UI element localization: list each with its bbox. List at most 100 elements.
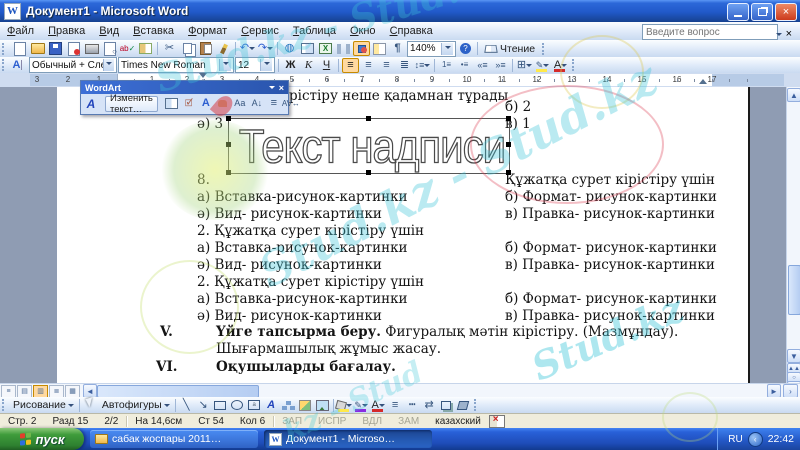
selection-handle[interactable] [506, 170, 511, 175]
selection-handle[interactable] [226, 142, 231, 147]
increase-indent-icon[interactable]: »≡ [492, 58, 509, 73]
edit-wordart-text-button[interactable]: Изменить текст… [105, 96, 158, 112]
columns-icon[interactable] [335, 41, 352, 56]
selection-handle[interactable] [226, 170, 231, 175]
selection-handle[interactable] [366, 116, 371, 121]
wordart-gallery-icon[interactable] [164, 96, 180, 111]
status-overtype[interactable]: ЗАМ [390, 416, 427, 427]
rectangle-icon[interactable] [212, 398, 229, 413]
styles-pane-icon[interactable]: A [11, 58, 28, 73]
scroll-right-edge-icon[interactable]: › [783, 384, 798, 398]
line-spacing-icon[interactable]: ↕≡ [414, 58, 431, 73]
insert-diagram-icon[interactable] [280, 398, 297, 413]
font-size-select[interactable]: 12 [235, 57, 275, 73]
start-button[interactable]: пуск [0, 428, 84, 450]
shadow-style-icon[interactable] [438, 398, 455, 413]
cut-icon[interactable]: ✂ [161, 41, 178, 56]
bullet-list-icon[interactable]: •≡ [456, 58, 473, 73]
italic-button[interactable]: К [300, 58, 317, 73]
scroll-left-icon[interactable]: ◄ [83, 384, 97, 398]
underline-button[interactable]: Ч [318, 58, 335, 73]
first-line-indent-marker[interactable] [199, 73, 207, 78]
menu-tools[interactable]: Сервис [234, 23, 286, 39]
language-indicator[interactable]: RU [728, 434, 742, 445]
format-wordart-icon[interactable]: 🗹 [181, 96, 197, 111]
reading-view-icon[interactable]: ▦ [65, 385, 80, 398]
vscroll-thumb[interactable] [788, 265, 800, 315]
line-style-icon[interactable]: ≡ [387, 398, 404, 413]
character-spacing-icon[interactable]: AV↔ [283, 96, 299, 111]
justify-button[interactable]: ≣ [396, 58, 413, 73]
font-color-icon[interactable]: А [370, 398, 387, 413]
zoom-select[interactable]: 140% [407, 41, 456, 57]
show-marks-icon[interactable]: ¶ [389, 41, 406, 56]
open-icon[interactable] [29, 41, 46, 56]
line-color-icon[interactable]: ✎ [353, 398, 370, 413]
minimize-button[interactable] [727, 3, 749, 21]
print-icon[interactable] [83, 41, 100, 56]
vertical-scrollbar[interactable]: ▲ ▼ ▲▲ ○ ▼▼ [786, 87, 800, 383]
menu-file[interactable]: Файл [0, 23, 41, 39]
oval-icon[interactable] [229, 398, 246, 413]
toolbar-overflow[interactable] [572, 59, 578, 71]
ask-question-input[interactable] [642, 24, 778, 40]
scroll-down-icon[interactable]: ▼ [787, 349, 800, 363]
toolbar-options-icon[interactable] [269, 86, 275, 92]
selection-handle[interactable] [226, 116, 231, 121]
right-indent-marker[interactable] [699, 79, 707, 84]
new-document-icon[interactable] [11, 41, 28, 56]
read-mode-button[interactable]: Чтение [481, 41, 539, 56]
insert-table-icon[interactable] [299, 41, 316, 56]
toolbar-grip[interactable] [2, 59, 8, 71]
decrease-indent-icon[interactable]: «≡ [474, 58, 491, 73]
normal-view-icon[interactable]: ≡ [1, 385, 16, 398]
arrow-icon[interactable]: ↘ [195, 398, 212, 413]
highlight-icon[interactable]: ✎ [534, 58, 551, 73]
toolbar-grip[interactable] [2, 399, 8, 411]
insert-picture-icon[interactable] [314, 398, 331, 413]
insert-excel-icon[interactable]: X [317, 41, 334, 56]
status-language[interactable]: казахский [427, 416, 489, 427]
insert-clipart-icon[interactable] [297, 398, 314, 413]
close-button[interactable]: × [775, 3, 797, 21]
status-record-mode[interactable]: ЗАП [274, 416, 310, 427]
document-map-icon[interactable] [371, 41, 388, 56]
dash-style-icon[interactable]: ┅ [404, 398, 421, 413]
restore-button[interactable] [751, 3, 773, 21]
format-painter-icon[interactable] [215, 41, 232, 56]
align-left-button[interactable]: ≡ [342, 58, 359, 73]
menu-table[interactable]: Таблица [286, 23, 343, 39]
undo-icon[interactable]: ↶ [239, 41, 256, 56]
bold-button[interactable]: Ж [282, 58, 299, 73]
tray-icon[interactable]: ‹ [748, 432, 763, 447]
selection-handle[interactable] [366, 170, 371, 175]
hscroll-thumb[interactable] [97, 385, 259, 398]
toolbar-overflow[interactable] [542, 43, 548, 55]
research-icon[interactable] [137, 41, 154, 56]
autoshapes-menu-button[interactable]: Автофигуры [99, 399, 173, 411]
align-right-button[interactable]: ≡ [378, 58, 395, 73]
menu-window[interactable]: Окно [343, 23, 383, 39]
menubar-close-icon[interactable]: × [786, 28, 792, 40]
font-color-icon[interactable]: А [552, 58, 569, 73]
menu-insert[interactable]: Вставка [126, 23, 181, 39]
selection-handle[interactable] [506, 116, 511, 121]
menu-view[interactable]: Вид [92, 23, 126, 39]
wordart-shape-icon[interactable]: A [198, 96, 214, 111]
askbox-dropdown-icon[interactable] [776, 33, 782, 39]
selection-handle[interactable] [506, 142, 511, 147]
drawing-toggle-icon[interactable] [353, 41, 370, 56]
save-icon[interactable] [47, 41, 64, 56]
toolbar-grip[interactable] [2, 43, 8, 55]
scroll-up-icon[interactable]: ▲ [787, 88, 800, 102]
borders-icon[interactable]: ⊞ [516, 58, 533, 73]
align-center-button[interactable]: ≡ [360, 58, 377, 73]
wordart-alignment-icon[interactable]: ≡ [266, 96, 282, 111]
help-icon[interactable]: ? [457, 41, 474, 56]
taskbar-item-word[interactable]: W Документ1 - Microso… [264, 430, 432, 448]
font-select[interactable]: Times New Roman [118, 57, 234, 73]
scroll-right-icon[interactable]: ► [767, 384, 781, 398]
print-preview-icon[interactable]: ○ [101, 41, 118, 56]
insert-wordart-icon[interactable]: A [263, 398, 280, 413]
menu-edit[interactable]: Правка [41, 23, 92, 39]
